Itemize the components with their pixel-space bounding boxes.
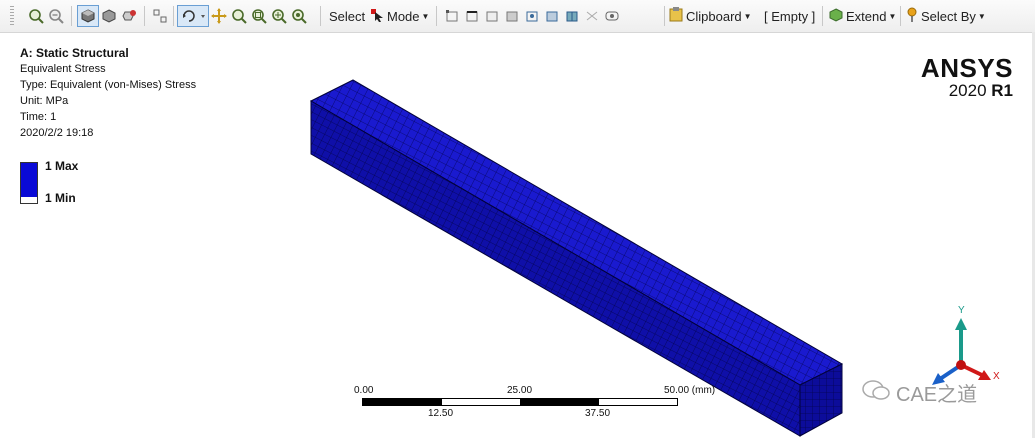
zoom-icon[interactable] bbox=[229, 6, 249, 26]
edge-coloring-icon[interactable] bbox=[119, 6, 139, 26]
brand-version: 2020 R1 bbox=[921, 82, 1013, 100]
mode-label: Mode bbox=[387, 8, 420, 24]
zoom-to-fit-all-icon[interactable] bbox=[269, 6, 289, 26]
wechat-icon bbox=[862, 379, 890, 407]
analysis-title: A: Static Structural bbox=[20, 46, 129, 60]
result-time: Time: 1 bbox=[20, 111, 57, 123]
select-node-icon[interactable] bbox=[522, 6, 542, 26]
select-vertex-icon[interactable] bbox=[442, 6, 462, 26]
result-date: 2020/2/2 19:18 bbox=[20, 127, 94, 139]
scale-bar bbox=[362, 398, 678, 406]
select-face-icon[interactable] bbox=[482, 6, 502, 26]
separator bbox=[436, 6, 437, 26]
zoom-tools-group bbox=[26, 5, 66, 27]
toolbar-grip[interactable] bbox=[10, 6, 14, 26]
pan-icon[interactable] bbox=[209, 6, 229, 26]
triad-y-label: Y bbox=[958, 305, 965, 316]
rotate-icon[interactable] bbox=[177, 5, 209, 27]
scale-segment bbox=[363, 399, 442, 405]
separator bbox=[822, 6, 823, 26]
select-by-label: Select By bbox=[921, 8, 976, 24]
display-style-group bbox=[77, 5, 139, 27]
chevron-down-icon: ▼ bbox=[977, 11, 986, 21]
zoom-to-fit-icon[interactable] bbox=[26, 6, 46, 26]
clipboard-icon bbox=[669, 7, 683, 25]
extend-dropdown[interactable]: Extend ▼ bbox=[829, 5, 896, 27]
scale-label-37-5: 37.50 bbox=[585, 408, 611, 419]
select-element-icon[interactable] bbox=[562, 6, 582, 26]
contour-legend[interactable] bbox=[20, 162, 38, 204]
scale-label-25: 25.00 bbox=[507, 385, 533, 396]
result-type: Type: Equivalent (von-Mises) Stress bbox=[20, 79, 197, 91]
version-year: 2020 bbox=[948, 81, 987, 100]
selection-filter-group bbox=[442, 5, 622, 27]
graphics-layout-icon[interactable] bbox=[150, 6, 170, 26]
watermark: CAE之道 bbox=[862, 378, 977, 407]
beam-front-face bbox=[310, 100, 801, 437]
hide-icon[interactable] bbox=[602, 6, 622, 26]
scale-label-12-5: 12.50 bbox=[428, 408, 454, 419]
legend-color-band bbox=[21, 163, 37, 197]
rotate-group bbox=[177, 5, 309, 27]
clipboard-dropdown[interactable]: Clipboard ▼ bbox=[669, 5, 752, 27]
box-zoom-icon[interactable] bbox=[249, 6, 269, 26]
extend-label: Extend bbox=[846, 8, 887, 24]
separator bbox=[173, 6, 174, 26]
select-by-dropdown[interactable]: Select By ▼ bbox=[906, 5, 986, 27]
extend-icon bbox=[829, 7, 843, 25]
select-label: Select bbox=[329, 8, 366, 24]
separator bbox=[900, 6, 901, 26]
scale-segment bbox=[520, 399, 599, 405]
brand-name: ANSYS bbox=[920, 53, 1013, 83]
pin-icon bbox=[906, 7, 918, 25]
ansys-logo: ANSYS 2020 R1 bbox=[921, 54, 1013, 100]
select-body-icon[interactable] bbox=[502, 6, 522, 26]
select-element-face-icon[interactable] bbox=[542, 6, 562, 26]
separator bbox=[320, 6, 321, 26]
beam-end-face bbox=[799, 363, 843, 437]
select-edge-icon[interactable] bbox=[462, 6, 482, 26]
chevron-down-icon: ▼ bbox=[743, 11, 752, 21]
clipboard-label: Clipboard bbox=[686, 8, 742, 24]
view-group bbox=[150, 5, 170, 27]
chevron-down-icon: ▼ bbox=[888, 11, 897, 21]
chevron-down-icon: ▼ bbox=[421, 11, 430, 21]
scale-label-50: 50.00 (mm) bbox=[664, 385, 716, 396]
magnifier-icon[interactable] bbox=[289, 6, 309, 26]
scale-label-0: 0.00 bbox=[354, 385, 374, 396]
mode-dropdown[interactable]: Mode ▼ bbox=[370, 5, 429, 27]
legend-min-label: 1 Min bbox=[45, 191, 76, 205]
shaded-exterior-icon[interactable] bbox=[77, 5, 99, 27]
wireframe-icon[interactable] bbox=[99, 6, 119, 26]
legend-max-label: 1 Max bbox=[45, 159, 79, 173]
zoom-out-icon[interactable] bbox=[46, 6, 66, 26]
clipboard-status-label: [ Empty ] bbox=[764, 8, 816, 24]
result-info-panel: A: Static Structural Equivalent Stress T… bbox=[20, 45, 196, 141]
result-unit: Unit: MPa bbox=[20, 95, 69, 107]
separator bbox=[144, 6, 145, 26]
clipboard-status: [ Empty ] bbox=[764, 5, 815, 27]
watermark-text: CAE之道 bbox=[896, 384, 978, 406]
triad-x-label: X bbox=[993, 371, 1000, 382]
separator bbox=[664, 6, 665, 26]
extend-to-adjacent-icon[interactable] bbox=[582, 6, 602, 26]
separator bbox=[71, 6, 72, 26]
select-button[interactable]: Select bbox=[329, 5, 365, 27]
beam-top-face bbox=[309, 79, 844, 386]
version-release: R1 bbox=[991, 81, 1013, 100]
cursor-arrow-icon bbox=[370, 8, 384, 25]
result-name: Equivalent Stress bbox=[20, 63, 106, 75]
graphics-toolbar: Select Mode ▼ Clipboard ▼ [ Empty ] Exte… bbox=[0, 0, 1035, 33]
